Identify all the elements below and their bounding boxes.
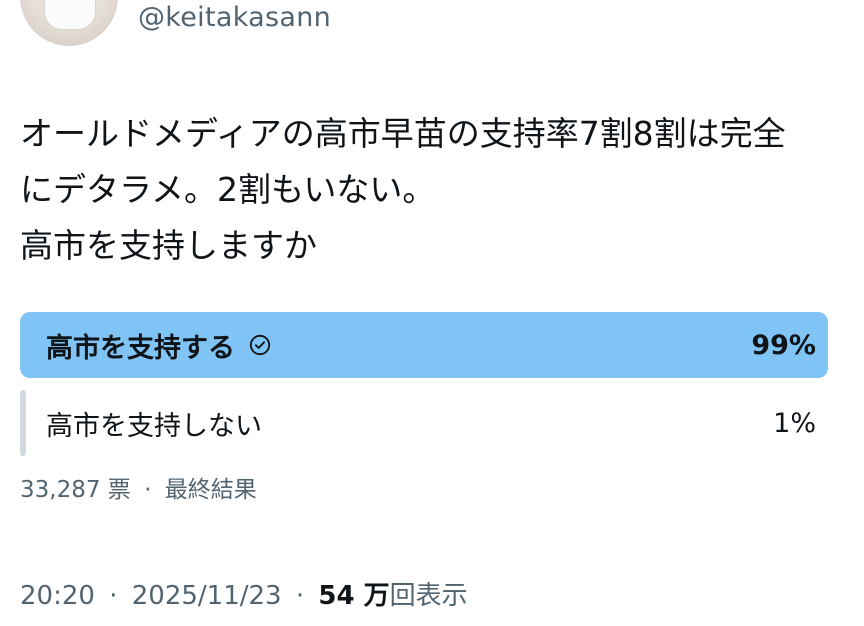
poll-vote-count: 33,287 票 — [20, 477, 131, 503]
poll-option-percent: 99% — [751, 329, 816, 361]
separator: · — [109, 581, 118, 611]
poll-option-text: 高市を支持しない — [46, 410, 262, 442]
separator: · — [144, 477, 152, 503]
poll-meta: 33,287 票 · 最終結果 — [20, 470, 257, 504]
poll-option-label: 高市を支持しない — [46, 390, 262, 456]
face-mask — [44, 0, 96, 30]
poll-option-text: 高市を支持する — [46, 332, 235, 364]
tweet-timestamp: 20:20 · 2025/11/23 · 54 万回表示 — [20, 575, 468, 612]
avatar[interactable] — [20, 0, 118, 46]
tweet-date[interactable]: 2025/11/23 — [132, 581, 282, 611]
tweet-text-line: にデタラメ。2割もいない。 — [20, 170, 436, 209]
tweet-text: オールドメディアの高市早苗の支持率7割8割は完全 にデタラメ。2割もいない。 高… — [20, 106, 850, 274]
check-circle-icon — [249, 334, 271, 356]
poll-result-bar — [20, 390, 26, 456]
author-handle[interactable]: @keitakasann — [138, 2, 331, 33]
poll-option-oppose[interactable]: 高市を支持しない 1% — [20, 390, 836, 456]
poll-status: 最終結果 — [164, 477, 257, 503]
poll-option-percent: 1% — [773, 407, 816, 439]
separator: · — [295, 581, 305, 611]
tweet-text-line: オールドメディアの高市早苗の支持率7割8割は完全 — [20, 114, 786, 153]
tweet-text-line: 高市を支持しますか — [20, 226, 317, 265]
tweet-time[interactable]: 20:20 — [20, 581, 95, 611]
poll-option-label: 高市を支持する — [46, 312, 271, 378]
poll-option-support[interactable]: 高市を支持する 99% — [20, 312, 836, 378]
poll: 高市を支持する 99% 高市を支持しない 1% — [20, 312, 836, 468]
views-count: 54 万 — [318, 581, 390, 611]
views-label: 回表示 — [389, 581, 468, 611]
